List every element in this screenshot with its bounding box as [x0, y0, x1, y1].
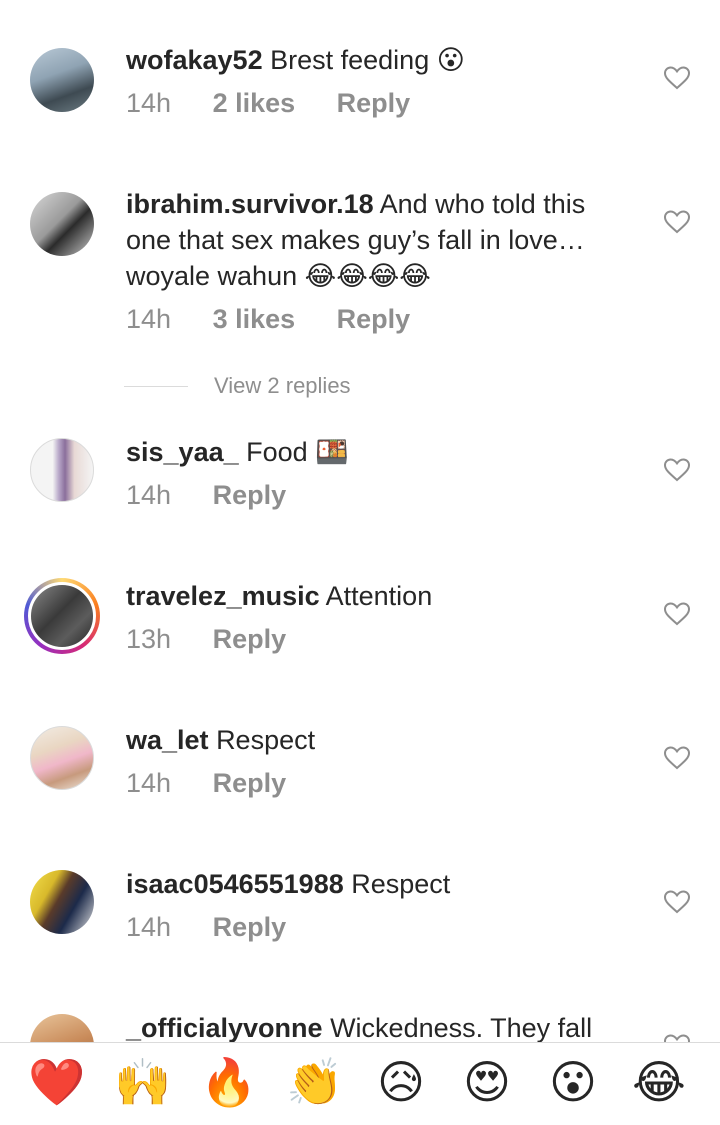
timestamp: 14h [126, 912, 172, 942]
surprised-face-emoji[interactable]: 😮 [543, 1052, 603, 1112]
username[interactable]: sis_yaa_ [126, 437, 239, 467]
heart-icon[interactable] [664, 602, 690, 626]
reply-button[interactable]: Reply [337, 304, 411, 334]
heart-icon[interactable] [664, 746, 690, 770]
heart-icon[interactable] [664, 1034, 690, 1042]
username[interactable]: wa_let [126, 725, 209, 755]
username[interactable]: _officialyvonne [126, 1013, 323, 1042]
view-replies-button[interactable]: View 2 replies [124, 372, 351, 399]
comment-text: Respect [351, 869, 451, 899]
reply-button[interactable]: Reply [213, 912, 287, 942]
timestamp: 14h [126, 480, 172, 510]
avatar[interactable] [30, 1014, 94, 1042]
heart-emoji[interactable]: ❤️ [27, 1052, 87, 1112]
likes-count[interactable]: 3 likes [213, 304, 296, 334]
reply-button[interactable]: Reply [213, 768, 287, 798]
avatar[interactable] [30, 438, 94, 502]
comment-text: Brest feeding [270, 45, 430, 75]
avatar[interactable] [30, 726, 94, 790]
comment-text: Attention [325, 581, 433, 611]
quick-reactions-bar [0, 1042, 720, 1125]
fire-emoji[interactable]: 🔥 [199, 1052, 259, 1112]
timestamp: 14h [126, 768, 172, 798]
divider [124, 385, 188, 387]
avatar-image [28, 582, 96, 650]
timestamp: 13h [126, 624, 172, 654]
reply-button[interactable]: Reply [213, 624, 287, 654]
laughing-tears-emoji[interactable]: 😂 [629, 1052, 689, 1112]
username[interactable]: wofakay52 [126, 45, 263, 75]
comments-list: wofakay52 Brest feeding 😮 14h 2 likes Re… [0, 0, 720, 1042]
raising-hands-emoji[interactable]: 🙌 [113, 1052, 173, 1112]
timestamp: 14h [126, 88, 172, 118]
avatar[interactable] [30, 870, 94, 934]
sad-face-emoji[interactable]: 😥 [371, 1052, 431, 1112]
clapping-hands-emoji[interactable]: 👏 [285, 1052, 345, 1112]
heart-eyes-emoji[interactable]: 😍 [457, 1052, 517, 1112]
comment-text: Wickedness. They fall [330, 1013, 593, 1042]
heart-icon[interactable] [664, 458, 690, 482]
username[interactable]: isaac0546551988 [126, 869, 344, 899]
heart-icon[interactable] [664, 66, 690, 90]
avatar[interactable] [30, 192, 94, 256]
comment-text: Food [246, 437, 308, 467]
reply-button[interactable]: Reply [337, 88, 411, 118]
comment-text: Respect [216, 725, 316, 755]
bento-box-emoji: 🍱 [315, 437, 349, 468]
avatar[interactable] [30, 48, 94, 112]
username[interactable]: travelez_music [126, 581, 320, 611]
heart-icon[interactable] [664, 210, 690, 234]
avatar[interactable] [24, 578, 100, 654]
timestamp: 14h [126, 304, 172, 334]
likes-count[interactable]: 2 likes [213, 88, 296, 118]
reply-button[interactable]: Reply [213, 480, 287, 510]
surprised-face-emoji: 😮 [436, 45, 465, 76]
heart-icon[interactable] [664, 890, 690, 914]
username[interactable]: ibrahim.survivor.18 [126, 189, 374, 219]
laughing-tears-emoji: 😂😂😂😂 [304, 261, 431, 292]
